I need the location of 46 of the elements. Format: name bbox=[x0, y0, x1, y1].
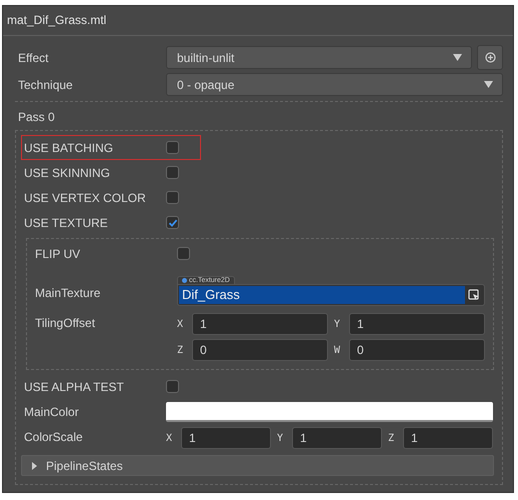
axis-label: X bbox=[177, 318, 184, 330]
axis-label: Z bbox=[388, 432, 396, 444]
asset-name: Dif_Grass bbox=[179, 286, 465, 304]
dropdown-arrow-icon bbox=[453, 54, 462, 61]
checkbox[interactable] bbox=[177, 247, 190, 260]
property-label: USE BATCHING bbox=[24, 140, 114, 154]
number-field[interactable]: 0 bbox=[349, 339, 485, 361]
axis-label: Z bbox=[177, 344, 184, 356]
axis-label: Y bbox=[277, 432, 284, 444]
property-label: MainColor bbox=[24, 404, 80, 418]
number-field[interactable]: 1 bbox=[349, 313, 485, 335]
property-label: FLIP UV bbox=[35, 246, 82, 260]
property-label: Effect bbox=[17, 50, 50, 64]
property-label: USE VERTEX COLOR bbox=[24, 190, 147, 204]
property-label: ColorScale bbox=[24, 429, 84, 444]
checkbox[interactable] bbox=[166, 216, 179, 229]
number-field[interactable]: 1 bbox=[292, 427, 382, 449]
file-title: mat_Dif_Grass.mtl bbox=[3, 6, 513, 36]
axis-label: X bbox=[166, 432, 174, 444]
section-title: Pass 0 bbox=[17, 109, 56, 126]
property-label: USE SKINNING bbox=[24, 166, 112, 180]
dropdown-arrow-icon bbox=[484, 81, 493, 88]
axis-label: W bbox=[334, 344, 342, 356]
property-label: TilingOffset bbox=[35, 315, 96, 330]
axis-label: Y bbox=[334, 318, 342, 330]
cursor-icon[interactable] bbox=[468, 289, 480, 301]
checkbox[interactable] bbox=[166, 166, 179, 179]
foldout-header[interactable]: PipelineStates bbox=[21, 455, 494, 476]
number-field[interactable]: 1 bbox=[181, 427, 271, 449]
number-field[interactable]: 1 bbox=[192, 313, 328, 335]
dropdown[interactable]: 0 - opaque bbox=[166, 73, 503, 96]
checkbox[interactable] bbox=[166, 380, 179, 393]
asset-field[interactable]: Dif_Grass bbox=[177, 284, 485, 306]
checkbox[interactable] bbox=[166, 191, 179, 204]
number-field[interactable]: 0 bbox=[192, 339, 328, 361]
locate-button[interactable] bbox=[477, 45, 503, 70]
dropdown[interactable]: builtin-unlit bbox=[166, 46, 472, 69]
checkmark-icon bbox=[168, 218, 178, 228]
property-label: MainTexture bbox=[35, 286, 102, 302]
property-label: USE TEXTURE bbox=[24, 216, 109, 230]
property-label: Technique bbox=[17, 78, 74, 92]
checkbox[interactable] bbox=[166, 141, 179, 154]
target-icon bbox=[484, 52, 496, 63]
property-label: USE ALPHA TEST bbox=[24, 380, 125, 394]
color-swatch[interactable] bbox=[166, 402, 493, 422]
number-field[interactable]: 1 bbox=[403, 427, 493, 449]
